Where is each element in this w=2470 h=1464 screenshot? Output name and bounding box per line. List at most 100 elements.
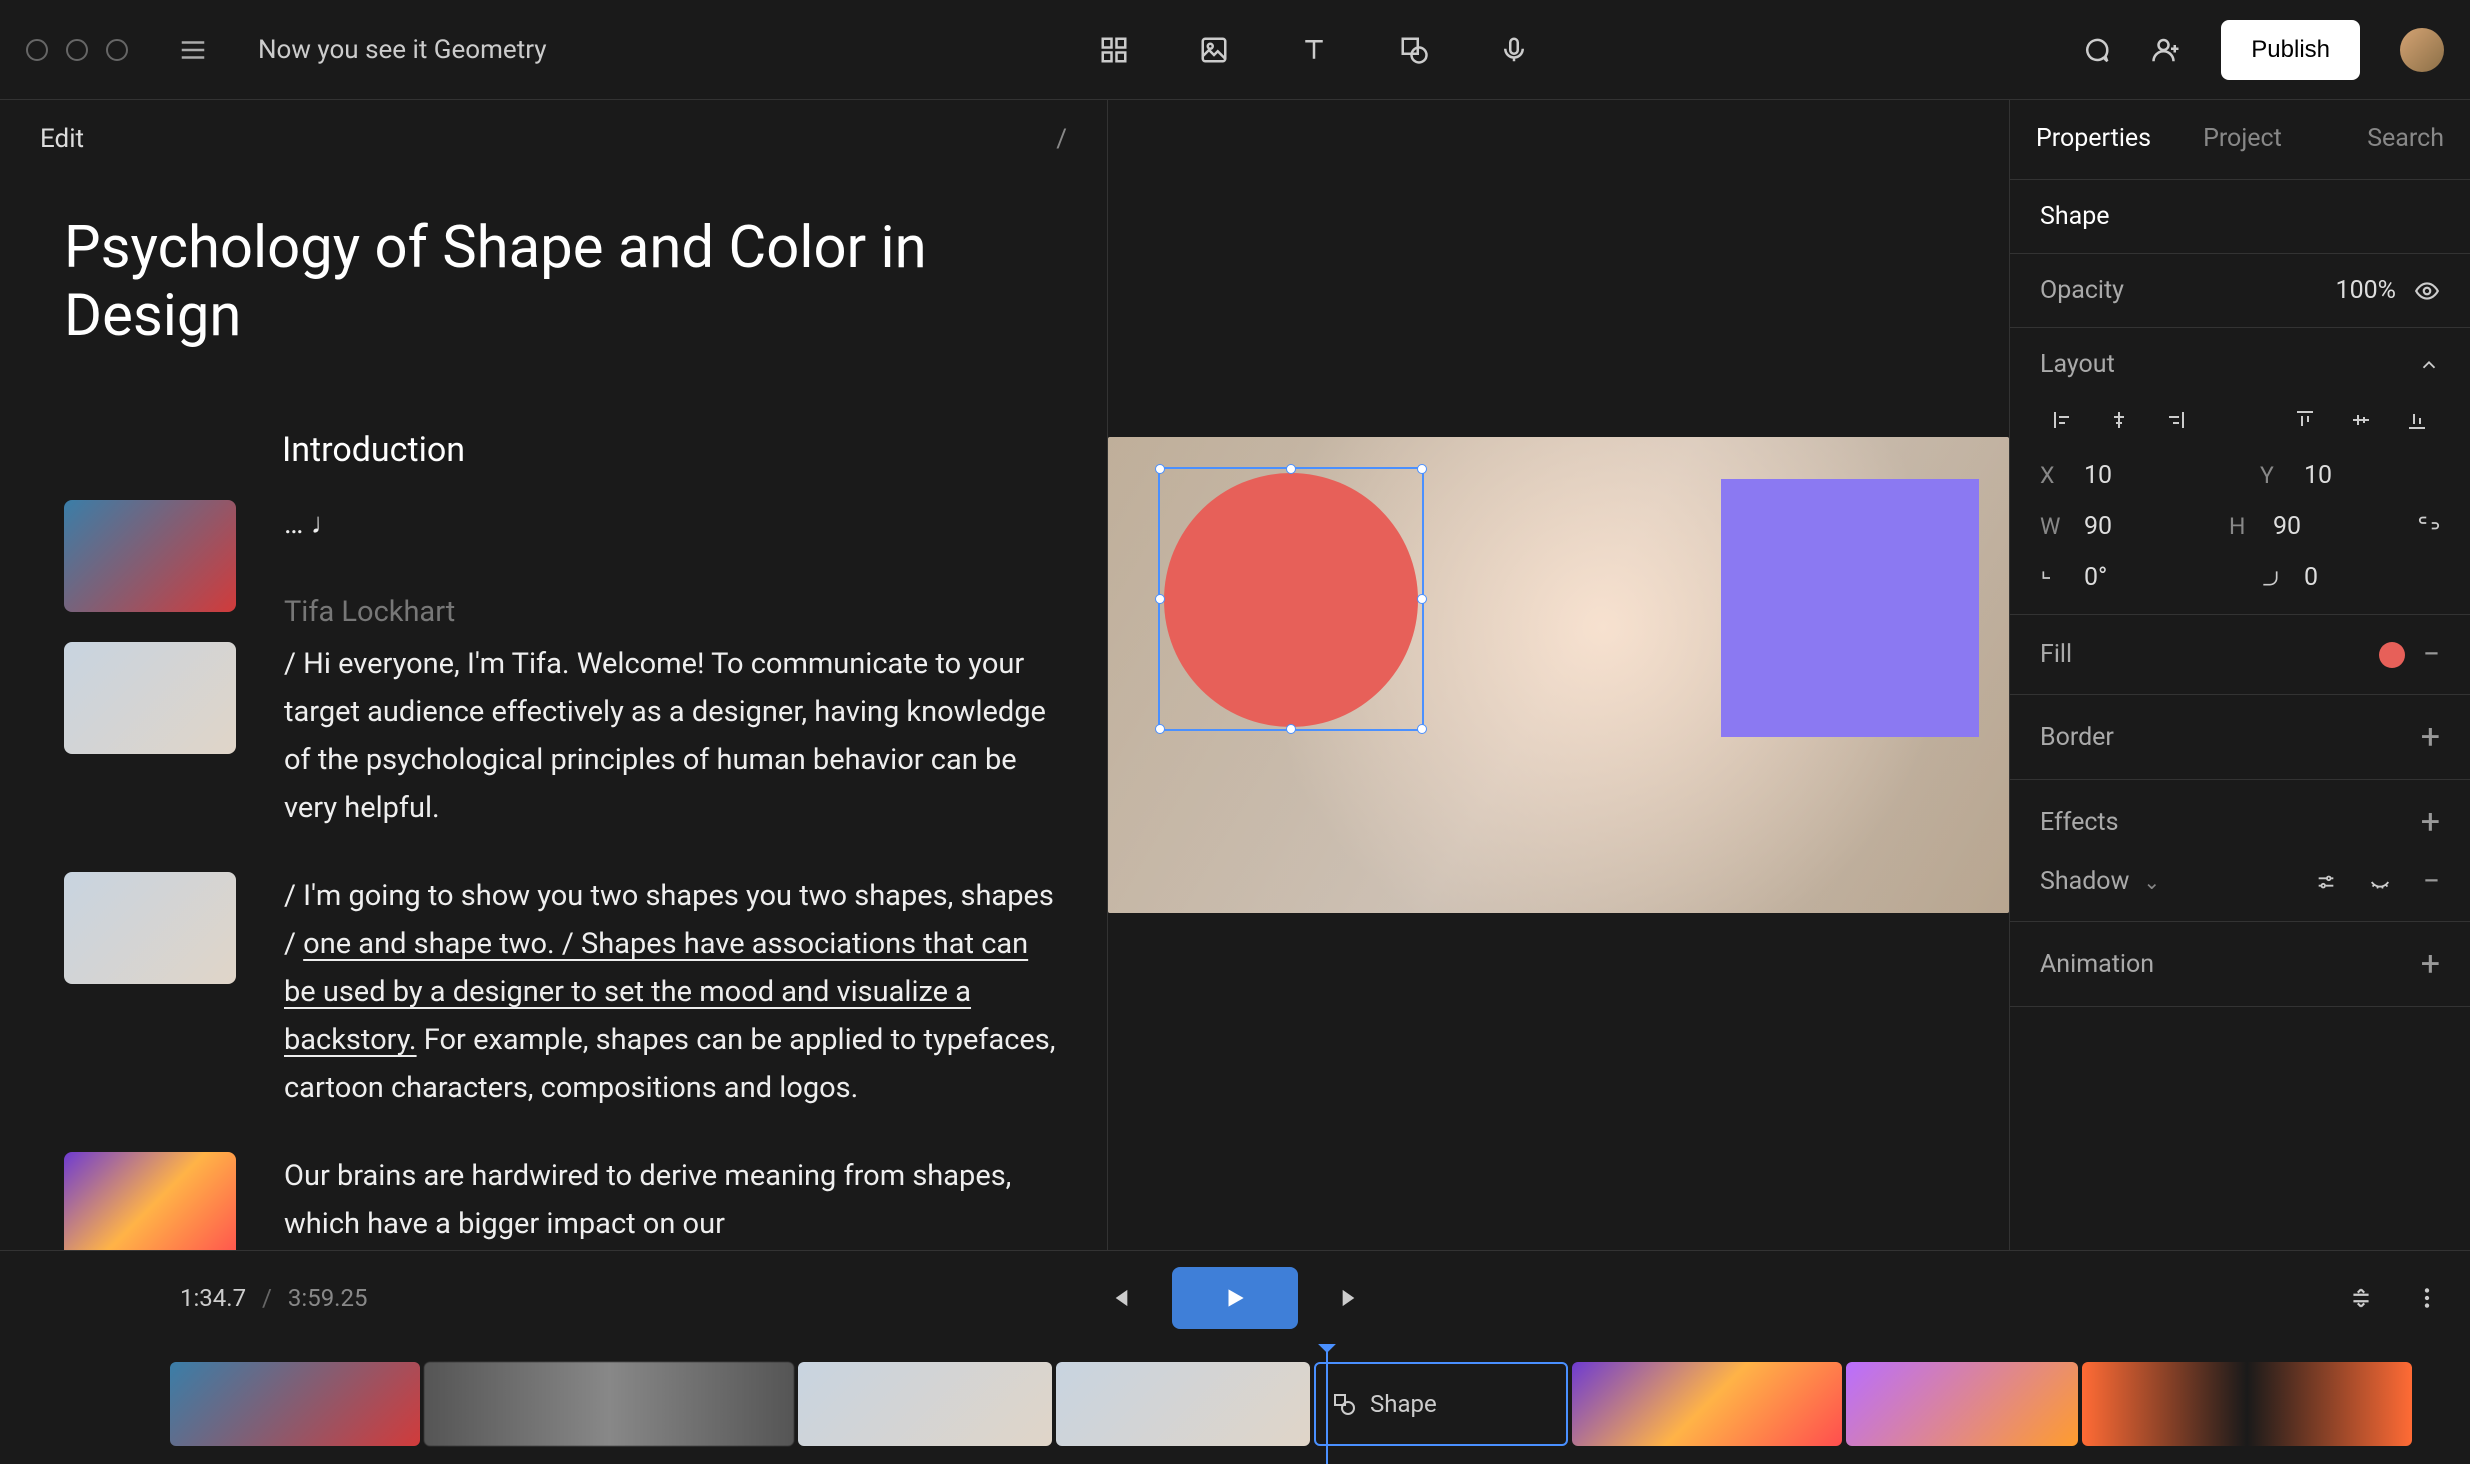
clip-thumbnail[interactable] <box>64 642 236 754</box>
w-value[interactable]: 90 <box>2084 512 2112 541</box>
timeline-clip[interactable] <box>170 1362 420 1446</box>
time-separator: / <box>262 1284 272 1312</box>
maximize-window[interactable] <box>106 39 128 61</box>
animation-row[interactable]: Animation + <box>2010 922 2470 1007</box>
h-value[interactable]: 90 <box>2273 512 2301 541</box>
tab-search[interactable]: Search <box>2341 100 2470 179</box>
clip-thumbnail[interactable] <box>64 500 236 612</box>
align-left-icon[interactable] <box>2040 401 2086 439</box>
resize-handle[interactable] <box>1155 724 1165 734</box>
timeline-shape-clip[interactable]: Shape <box>1314 1362 1568 1446</box>
tab-project[interactable]: Project <box>2177 100 2308 179</box>
link-dimensions-icon[interactable] <box>2418 512 2440 541</box>
fill-swatch[interactable] <box>2379 642 2405 668</box>
align-top-icon[interactable] <box>2282 401 2328 439</box>
publish-button[interactable]: Publish <box>2221 20 2360 80</box>
window-controls <box>26 39 128 61</box>
timeline-clip[interactable] <box>1056 1362 1310 1446</box>
border-row[interactable]: Border + <box>2010 695 2470 780</box>
resize-handle[interactable] <box>1286 724 1296 734</box>
grid-icon[interactable] <box>1094 30 1134 70</box>
microphone-icon[interactable] <box>1494 30 1534 70</box>
shapes-icon <box>1332 1392 1356 1416</box>
chevron-down-icon[interactable]: ⌄ <box>2143 870 2160 894</box>
play-button[interactable] <box>1172 1267 1298 1329</box>
canvas[interactable] <box>1108 100 2009 1250</box>
clip-thumbnail[interactable] <box>64 872 236 984</box>
remove-fill-icon[interactable]: − <box>2423 637 2440 672</box>
skip-forward-icon[interactable] <box>1338 1284 1366 1312</box>
transcript-text: / Hi everyone, I'm Tifa. Welcome! To com… <box>284 640 1067 832</box>
playhead[interactable] <box>1326 1344 1328 1464</box>
timeline-clip[interactable] <box>1846 1362 2078 1446</box>
document-title[interactable]: Now you see it Geometry <box>258 35 547 65</box>
resize-handle[interactable] <box>1417 594 1427 604</box>
current-time: 1:34.7 <box>180 1284 246 1312</box>
chevron-up-icon[interactable] <box>2418 354 2440 376</box>
radius-icon <box>2260 568 2290 588</box>
close-window[interactable] <box>26 39 48 61</box>
transcript-block[interactable]: … ♩ Tifa Lockhart / Hi everyone, I'm Tif… <box>284 500 1067 832</box>
hidden-icon[interactable] <box>2369 871 2391 893</box>
shapes-icon[interactable] <box>1394 30 1434 70</box>
w-label: W <box>2040 513 2070 540</box>
timeline-clip[interactable] <box>2082 1362 2412 1446</box>
h-label: H <box>2229 513 2259 540</box>
topbar: Now you see it Geometry Publish <box>0 0 2470 100</box>
image-icon[interactable] <box>1194 30 1234 70</box>
add-border-icon[interactable]: + <box>2421 717 2440 757</box>
layout-section: Layout X10 Y10 W90 H90 <box>2010 328 2470 615</box>
user-avatar[interactable] <box>2400 28 2444 72</box>
clip-label: Shape <box>1370 1390 1437 1418</box>
opacity-value[interactable]: 100% <box>2336 276 2396 305</box>
visibility-icon[interactable] <box>2414 278 2440 304</box>
align-center-v-icon[interactable] <box>2338 401 2384 439</box>
x-value[interactable]: 10 <box>2084 461 2112 490</box>
resize-handle[interactable] <box>1155 464 1165 474</box>
rotation-value[interactable]: 0° <box>2084 563 2107 592</box>
remove-shadow-icon[interactable]: − <box>2423 864 2440 899</box>
more-options-icon[interactable] <box>2414 1285 2440 1311</box>
add-effect-icon[interactable]: + <box>2421 802 2440 842</box>
tab-properties[interactable]: Properties <box>2010 100 2177 179</box>
video-frame <box>1108 437 2009 913</box>
add-user-icon[interactable] <box>2151 35 2181 65</box>
alignment-controls <box>2040 401 2440 439</box>
edit-label[interactable]: Edit <box>40 124 84 154</box>
clip-thumbnail[interactable] <box>64 1152 236 1250</box>
y-value[interactable]: 10 <box>2304 461 2332 490</box>
transcript-block[interactable]: Our brains are hardwired to derive meani… <box>284 1152 1067 1250</box>
timeline-clip[interactable] <box>798 1362 1052 1446</box>
minimize-window[interactable] <box>66 39 88 61</box>
timeline-clip[interactable] <box>1572 1362 1842 1446</box>
comment-icon[interactable] <box>2081 35 2111 65</box>
resize-handle[interactable] <box>1417 464 1427 474</box>
collapse-icon[interactable] <box>2348 1285 2374 1311</box>
transcript-block[interactable]: / I'm going to show you two shapes you t… <box>284 872 1067 1112</box>
align-center-h-icon[interactable] <box>2096 401 2142 439</box>
opacity-row[interactable]: Opacity 100% <box>2010 254 2470 328</box>
script-body[interactable]: Psychology of Shape and Color in Design … <box>0 174 1107 1250</box>
menu-icon[interactable] <box>178 35 208 65</box>
align-bottom-icon[interactable] <box>2394 401 2440 439</box>
resize-handle[interactable] <box>1155 594 1165 604</box>
playback-bar: 1:34.7 / 3:59.25 <box>0 1250 2470 1344</box>
script-panel: Edit / Psychology of Shape and Color in … <box>0 100 1108 1250</box>
align-right-icon[interactable] <box>2152 401 2198 439</box>
add-animation-icon[interactable]: + <box>2421 944 2440 984</box>
selection-box[interactable] <box>1158 467 1424 731</box>
resize-handle[interactable] <box>1417 724 1427 734</box>
fill-row[interactable]: Fill − <box>2010 615 2470 695</box>
shadow-row[interactable]: Shadow ⌄ − <box>2040 864 2440 899</box>
text-icon[interactable] <box>1294 30 1334 70</box>
timeline[interactable]: Shape <box>0 1344 2470 1464</box>
element-type: Shape <box>2040 202 2110 231</box>
radius-value[interactable]: 0 <box>2304 563 2318 592</box>
skip-back-icon[interactable] <box>1104 1284 1132 1312</box>
square-shape[interactable] <box>1721 479 1979 737</box>
speaker-name: Tifa Lockhart <box>284 588 1067 636</box>
timeline-clip[interactable] <box>424 1362 794 1446</box>
shadow-label: Shadow <box>2040 867 2129 896</box>
resize-handle[interactable] <box>1286 464 1296 474</box>
sliders-icon[interactable] <box>2315 871 2337 893</box>
